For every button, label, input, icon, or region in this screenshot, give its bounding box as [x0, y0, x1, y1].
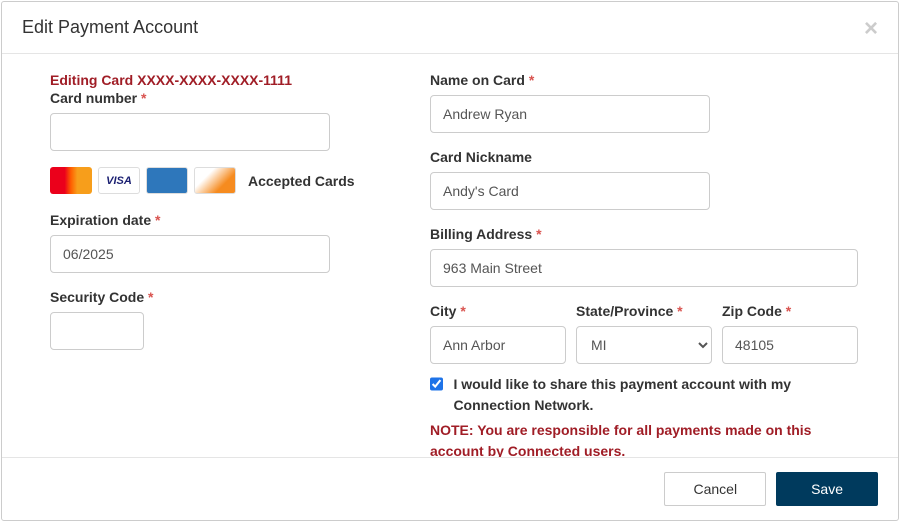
card-number-label-text: Card number: [50, 90, 137, 106]
mastercard-icon: [50, 167, 92, 194]
zip-label: Zip Code *: [722, 303, 858, 319]
required-marker: *: [529, 72, 534, 88]
modal-footer: Cancel Save: [2, 457, 898, 520]
state-label-text: State/Province: [576, 303, 673, 319]
save-button[interactable]: Save: [776, 472, 878, 506]
accepted-cards-label: Accepted Cards: [248, 173, 355, 189]
required-marker: *: [141, 90, 146, 106]
city-input[interactable]: [430, 326, 566, 364]
modal-header: Edit Payment Account ×: [2, 2, 898, 54]
required-marker: *: [536, 226, 541, 242]
zip-label-text: Zip Code: [722, 303, 782, 319]
name-on-card-label: Name on Card *: [430, 72, 858, 88]
close-button[interactable]: ×: [864, 17, 878, 41]
share-checkbox-label[interactable]: I would like to share this payment accou…: [453, 374, 858, 416]
cancel-button[interactable]: Cancel: [664, 472, 766, 506]
editing-card-subtitle: Editing Card XXXX-XXXX-XXXX-1111: [50, 72, 380, 88]
card-number-input[interactable]: [50, 113, 330, 151]
name-on-card-label-text: Name on Card: [430, 72, 525, 88]
security-code-label: Security Code *: [50, 289, 380, 305]
state-select[interactable]: MI: [576, 326, 712, 364]
share-checkbox[interactable]: [430, 376, 443, 392]
billing-address-label: Billing Address *: [430, 226, 858, 242]
billing-address-input[interactable]: [430, 249, 858, 287]
card-nickname-input[interactable]: [430, 172, 710, 210]
state-label: State/Province *: [576, 303, 712, 319]
expiration-input[interactable]: [50, 235, 330, 273]
zip-input[interactable]: [722, 326, 858, 364]
expiration-label-text: Expiration date: [50, 212, 151, 228]
amex-icon: [146, 167, 188, 194]
edit-payment-modal: Edit Payment Account × Editing Card XXXX…: [1, 1, 899, 521]
discover-icon: [194, 167, 236, 194]
expiration-label: Expiration date *: [50, 212, 380, 228]
modal-title: Edit Payment Account: [22, 17, 198, 38]
required-marker: *: [460, 303, 465, 319]
required-marker: *: [786, 303, 791, 319]
city-label-text: City: [430, 303, 456, 319]
card-number-label: Card number *: [50, 90, 380, 106]
visa-icon: VISA: [98, 167, 140, 194]
security-code-label-text: Security Code: [50, 289, 144, 305]
required-marker: *: [155, 212, 160, 228]
required-marker: *: [677, 303, 682, 319]
required-marker: *: [148, 289, 153, 305]
billing-address-label-text: Billing Address: [430, 226, 532, 242]
city-label: City *: [430, 303, 566, 319]
name-on-card-input[interactable]: [430, 95, 710, 133]
card-nickname-label: Card Nickname: [430, 149, 858, 165]
accepted-cards-row: VISA Accepted Cards: [50, 167, 380, 194]
security-code-input[interactable]: [50, 312, 144, 350]
modal-body[interactable]: Editing Card XXXX-XXXX-XXXX-1111 Card nu…: [2, 54, 898, 457]
share-note: NOTE: You are responsible for all paymen…: [430, 420, 858, 457]
